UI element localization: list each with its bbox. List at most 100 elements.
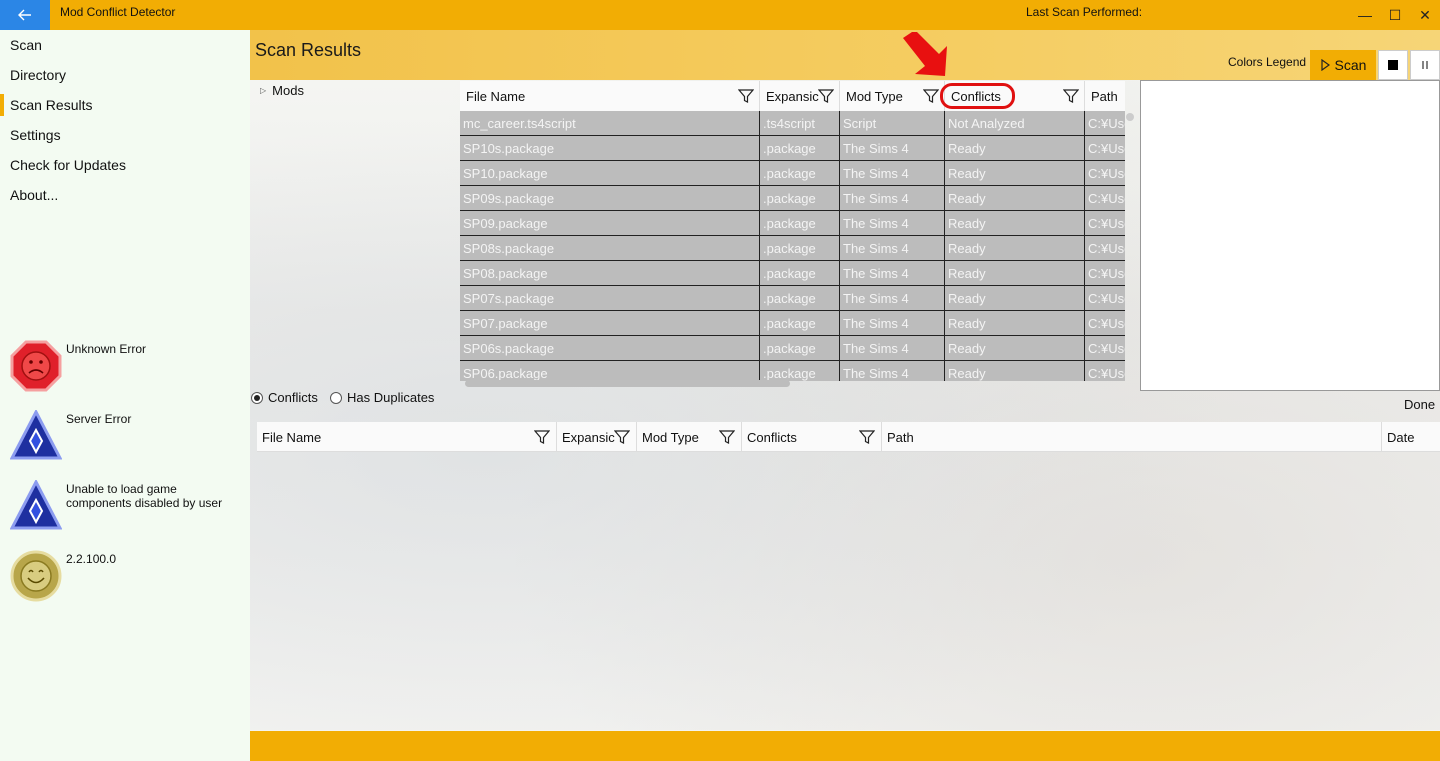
- stop-button[interactable]: [1378, 50, 1408, 80]
- table-cell: The Sims 4: [840, 286, 945, 310]
- column-header-file-name[interactable]: File Name: [460, 81, 760, 111]
- radio-conflicts[interactable]: Conflicts: [251, 390, 318, 405]
- column-header-path[interactable]: Path: [1085, 81, 1125, 111]
- table-row[interactable]: SP09s.package .package The Sims 4 Ready C:¥U…: [460, 186, 1125, 211]
- close-icon: ✕: [1419, 6, 1431, 23]
- maximize-button[interactable]: ☐: [1380, 4, 1410, 26]
- radio-button[interactable]: [330, 391, 342, 404]
- table-cell: Ready: [945, 261, 1085, 285]
- sidebar-item-scan-results[interactable]: Scan Results: [0, 90, 250, 120]
- page-title: Scan Results: [255, 40, 362, 60]
- filter-icon[interactable]: [818, 88, 834, 104]
- filter-icon[interactable]: [859, 429, 875, 445]
- column-header-expansion[interactable]: Expansic: [760, 81, 840, 111]
- table-cell: The Sims 4: [840, 311, 945, 335]
- table-row[interactable]: SP08s.package .package The Sims 4 Ready C:¥U…: [460, 236, 1125, 261]
- table-cell: SP08.package: [460, 261, 760, 285]
- table-cell: Ready: [945, 211, 1085, 235]
- filter-icon[interactable]: [614, 429, 630, 445]
- pause-button[interactable]: [1410, 50, 1440, 80]
- sidebar-item-about[interactable]: About...: [0, 180, 250, 210]
- filter-icon[interactable]: [719, 429, 735, 445]
- table-row[interactable]: SP08.package .package The Sims 4 Ready C:¥Us…: [460, 261, 1125, 286]
- radio-has-duplicates[interactable]: Has Duplicates: [330, 390, 434, 405]
- status-done-label: Done: [1404, 397, 1436, 412]
- column-header-expansion[interactable]: Expansic: [557, 422, 637, 452]
- close-button[interactable]: ✕: [1410, 4, 1440, 26]
- table-row[interactable]: SP06.package .package The Sims 4 Ready C:¥Us…: [460, 361, 1125, 381]
- table-cell: Not Analyzed: [945, 111, 1085, 135]
- column-header-file-name[interactable]: File Name: [257, 422, 557, 452]
- table-cell: C:¥Use: [1085, 261, 1125, 285]
- column-header-path[interactable]: Path: [882, 422, 1382, 452]
- minimize-button[interactable]: —: [1350, 4, 1380, 26]
- table-row[interactable]: SP06s.package .package The Sims 4 Ready C:¥U…: [460, 336, 1125, 361]
- column-header-conflicts[interactable]: Conflicts: [742, 422, 882, 452]
- table-cell: SP06.package: [460, 361, 760, 381]
- back-button[interactable]: [0, 0, 50, 30]
- tree-node-label: Mods: [272, 83, 304, 98]
- column-header-date[interactable]: Date: [1382, 422, 1440, 452]
- sidebar-item-label: About...: [10, 187, 59, 203]
- vertical-scrollbar[interactable]: [1126, 113, 1134, 121]
- column-header-label: Date: [1387, 429, 1415, 445]
- sidebar-item-label: Check for Updates: [10, 157, 126, 173]
- table-cell: C:¥Use: [1085, 111, 1125, 135]
- table-cell: .package: [760, 361, 840, 381]
- status-label: Unable to load game components disabled …: [66, 482, 223, 510]
- radio-button[interactable]: [251, 391, 263, 404]
- column-header-label: Expansic: [766, 88, 819, 104]
- table-row[interactable]: SP10.package .package The Sims 4 Ready C:¥Us…: [460, 161, 1125, 186]
- sidebar: Scan Directory Scan Results Settings Che…: [0, 30, 250, 761]
- table-cell: The Sims 4: [840, 211, 945, 235]
- version-label: 2.2.100.0: [66, 552, 117, 566]
- scan-button[interactable]: Scan: [1310, 50, 1376, 80]
- last-scan-label: Last Scan Performed:: [1026, 5, 1143, 19]
- table-cell: The Sims 4: [840, 186, 945, 210]
- table-cell: C:¥Use: [1085, 286, 1125, 310]
- column-header-mod-type[interactable]: Mod Type: [840, 81, 945, 111]
- table-row[interactable]: SP10s.package .package The Sims 4 Ready C:¥U…: [460, 136, 1125, 161]
- table-cell: C:¥Use: [1085, 236, 1125, 260]
- table-cell: The Sims 4: [840, 136, 945, 160]
- scan-results-grid: File Name Expansic Mod Type Conflicts Pa…: [460, 81, 1125, 381]
- sidebar-item-scan[interactable]: Scan: [0, 30, 250, 60]
- table-row[interactable]: mc_career.ts4script .ts4script Script Not A…: [460, 111, 1125, 136]
- filter-icon[interactable]: [738, 88, 754, 104]
- sidebar-item-check-updates[interactable]: Check for Updates: [0, 150, 250, 180]
- table-row[interactable]: SP09.package .package The Sims 4 Ready C:¥Us…: [460, 211, 1125, 236]
- table-cell: .package: [760, 311, 840, 335]
- app-title: Mod Conflict Detector: [60, 5, 176, 19]
- table-cell: SP07.package: [460, 311, 760, 335]
- smiley-face-icon: [10, 550, 62, 602]
- horizontal-scrollbar[interactable]: [465, 380, 790, 387]
- sidebar-item-settings[interactable]: Settings: [0, 120, 250, 150]
- table-cell: Ready: [945, 161, 1085, 185]
- radio-label: Conflicts: [268, 390, 318, 405]
- table-cell: Ready: [945, 361, 1085, 381]
- play-icon: [1320, 59, 1330, 71]
- filter-icon[interactable]: [1063, 88, 1079, 104]
- column-header-label: Mod Type: [846, 88, 903, 104]
- table-cell: C:¥Use: [1085, 186, 1125, 210]
- table-cell: SP09.package: [460, 211, 760, 235]
- column-header-mod-type[interactable]: Mod Type: [637, 422, 742, 452]
- table-row[interactable]: SP07.package .package The Sims 4 Ready C:¥Us…: [460, 311, 1125, 336]
- table-cell: .package: [760, 236, 840, 260]
- colors-legend-panel: [1140, 80, 1440, 391]
- sidebar-item-label: Scan Results: [10, 97, 93, 113]
- table-cell: .package: [760, 336, 840, 360]
- expand-arrow-icon[interactable]: ▷: [260, 86, 266, 95]
- table-cell: SP09s.package: [460, 186, 760, 210]
- filter-icon[interactable]: [923, 88, 939, 104]
- filter-icon[interactable]: [534, 429, 550, 445]
- table-cell: The Sims 4: [840, 261, 945, 285]
- table-cell: The Sims 4: [840, 361, 945, 381]
- column-header-label: Mod Type: [642, 429, 699, 445]
- table-row[interactable]: SP07s.package .package The Sims 4 Ready C:¥U…: [460, 286, 1125, 311]
- sidebar-item-directory[interactable]: Directory: [0, 60, 250, 90]
- sidebar-item-label: Scan: [10, 37, 42, 53]
- table-cell: Ready: [945, 136, 1085, 160]
- pause-icon: [1422, 61, 1428, 69]
- mods-tree-node[interactable]: ▷ Mods: [260, 83, 304, 98]
